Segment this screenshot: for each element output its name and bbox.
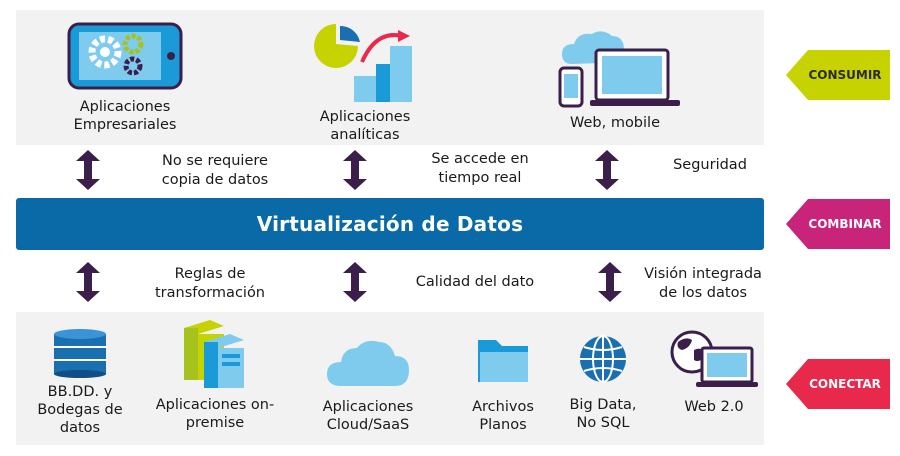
app-analytics-label: Aplicaciones analíticas [319,109,411,143]
source-big-data-label: Big Data, No SQL [569,397,637,431]
source-web20-label: Web 2.0 [684,399,744,415]
source-on-premise: Aplicaciones on- premise [150,320,280,432]
app-analytics: Aplicaciones analíticas [300,22,430,144]
tag-consumir-label: CONSUMIR [808,68,882,82]
cloud-devices-icon [558,31,680,108]
double-arrow-icon [343,150,367,190]
source-web20: Web 2.0 [656,330,772,416]
app-web-mobile: Web, mobile [540,26,690,132]
note-real-time: Se accede en tiempo real [431,151,529,186]
double-arrow-icon [76,150,100,190]
tag-combinar: COMBINAR [786,199,890,249]
note-integrated-view: Visión integrada de los datos [644,266,762,301]
note-data-quality: Calidad del dato [415,274,535,290]
source-big-data: Big Data, No SQL [558,334,648,432]
tag-conectar: CONECTAR [786,359,890,409]
app-web-mobile-label: Web, mobile [569,115,660,131]
double-arrow-icon [343,262,367,302]
source-flat-files-label: Archivos Planos [472,399,534,433]
note-no-copy: No se requiere copia de datos [161,153,269,188]
source-cloud: Aplicaciones Cloud/SaaS [318,338,418,434]
app-enterprise-label: Aplicaciones Empresariales [73,99,177,133]
database-icon [54,329,106,378]
double-arrow-icon [598,262,622,302]
tablet-gears-icon [67,22,183,90]
app-enterprise: Aplicaciones Empresariales [50,22,200,134]
double-arrow-icon [595,150,619,190]
double-arrow-icon [76,262,100,302]
tag-combinar-label: COMBINAR [808,217,882,231]
source-on-premise-label: Aplicaciones on- premise [155,397,275,431]
servers-icon [184,320,244,388]
source-databases-label: BB.DD. y Bodegas de datos [37,384,123,436]
tag-conectar-label: CONECTAR [809,377,881,391]
web-laptop-icon [670,330,758,387]
globe-icon [580,335,626,383]
note-transformation-rules: Reglas de transformación [154,266,266,301]
note-security: Seguridad [673,157,747,173]
analytics-chart-icon [314,24,412,102]
source-cloud-label: Aplicaciones Cloud/SaaS [322,399,414,433]
cloud-icon [327,340,409,386]
source-flat-files: Archivos Planos [458,336,548,434]
folder-icon [478,340,528,382]
source-databases: BB.DD. y Bodegas de datos [30,328,130,437]
tag-consumir: CONSUMIR [786,50,890,100]
data-virtualization-band: Virtualización de Datos [16,198,764,250]
